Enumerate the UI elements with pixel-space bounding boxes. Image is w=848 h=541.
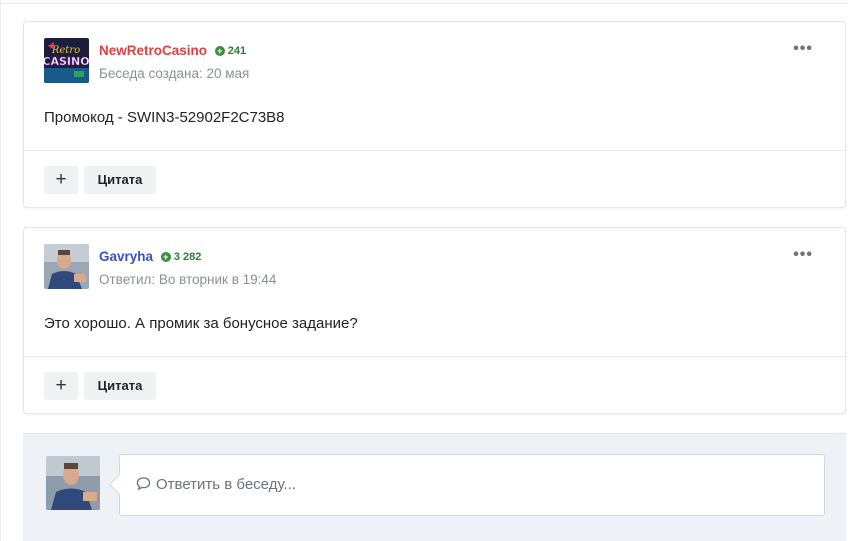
post-meta: Ответил: Во вторник в 19:44 (99, 272, 277, 287)
post-author[interactable]: Gavryha + 3 282 (99, 249, 201, 264)
avatar-gavryha[interactable] (44, 244, 89, 289)
current-user-avatar[interactable] (46, 456, 100, 510)
react-add-button[interactable]: + (44, 166, 78, 194)
svg-text:CASINO: CASINO (44, 55, 89, 68)
user-photo-icon (46, 456, 100, 510)
reputation-badge: + 3 282 (160, 251, 202, 263)
chat-bubble-icon (136, 477, 151, 491)
author-name[interactable]: Gavryha (99, 249, 153, 264)
more-dots-icon[interactable]: ••• (793, 40, 813, 58)
plus-circle-icon: + (160, 252, 171, 262)
reply-area: Ответить в беседу... (23, 433, 846, 541)
post-footer: + Цитата (24, 356, 845, 413)
post-content: Промокод - SWIN3-52902F2C73B8 (44, 109, 285, 126)
casino-logo-icon: Retro CASINO (44, 38, 89, 83)
reputation-count: 241 (227, 45, 247, 57)
user-photo-icon (44, 244, 89, 289)
post-2: Gavryha + 3 282 Ответил: Во вторник в 19… (23, 227, 846, 414)
post-meta: Беседа создана: 20 мая (99, 66, 250, 81)
more-dots-icon[interactable]: ••• (793, 246, 813, 264)
reply-placeholder: Ответить в беседу... (156, 476, 296, 493)
post-header: Retro CASINO NewRetroCasino + 241 Беседа… (24, 22, 845, 86)
react-add-button[interactable]: + (44, 372, 78, 400)
plus-circle-icon: + (214, 46, 225, 56)
post-author[interactable]: NewRetroCasino + 241 (99, 43, 246, 58)
top-divider (0, 0, 848, 4)
post-header: Gavryha + 3 282 Ответил: Во вторник в 19… (24, 228, 845, 292)
reputation-count: 3 282 (173, 251, 202, 263)
author-name[interactable]: NewRetroCasino (99, 43, 207, 58)
post-content: Это хорошо. А промик за бонусное задание… (44, 315, 358, 332)
reply-input[interactable]: Ответить в беседу... (119, 454, 825, 516)
left-divider (0, 0, 1, 541)
quote-button[interactable]: Цитата (84, 372, 156, 400)
reputation-badge: + 241 (214, 45, 247, 57)
quote-button[interactable]: Цитата (84, 166, 156, 194)
post-footer: + Цитата (24, 150, 845, 207)
post-1: Retro CASINO NewRetroCasino + 241 Беседа… (23, 21, 846, 208)
avatar-newretrocasino[interactable]: Retro CASINO (44, 38, 89, 83)
